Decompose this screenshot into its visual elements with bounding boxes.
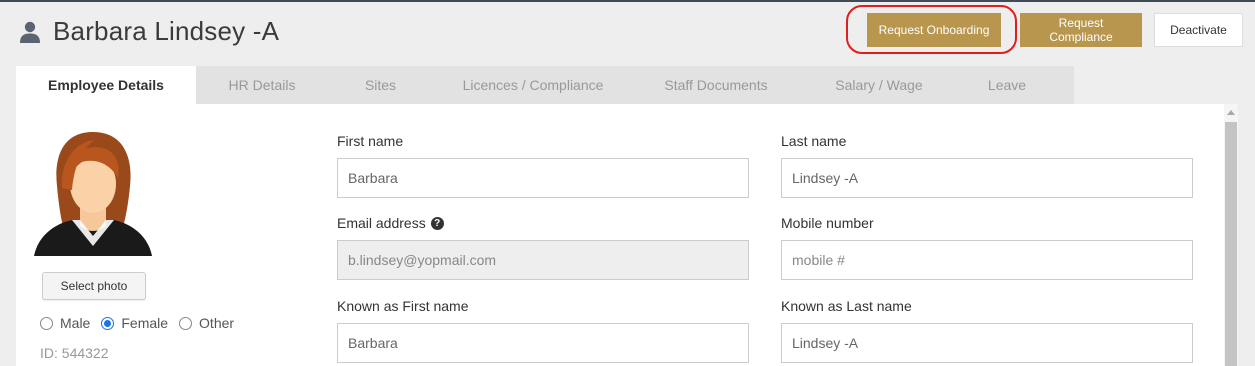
mobile-number-label: Mobile number <box>781 215 874 231</box>
gender-option-other[interactable]: Other <box>179 315 234 331</box>
question-circle-icon[interactable]: ? <box>430 216 444 230</box>
email-label-row: Email address ? <box>337 215 444 231</box>
known-first-name-input[interactable] <box>337 323 749 363</box>
employee-id: ID: 544322 <box>40 345 109 361</box>
tab-employee-details[interactable]: Employee Details <box>16 66 196 104</box>
gender-other-radio[interactable] <box>179 316 193 330</box>
gender-option-male[interactable]: Male <box>40 315 90 331</box>
gender-female-label: Female <box>121 315 169 331</box>
gender-female-radio[interactable] <box>101 316 115 330</box>
tab-sites[interactable]: Sites <box>328 66 433 104</box>
gender-other-label: Other <box>199 315 235 331</box>
known-first-name-label: Known as First name <box>337 298 469 314</box>
female-avatar <box>34 132 152 256</box>
tab-hr-details[interactable]: HR Details <box>196 66 328 104</box>
gender-radio-group: Male Female Other <box>40 315 245 331</box>
first-name-label: First name <box>337 133 404 149</box>
tab-leave[interactable]: Leave <box>959 66 1055 104</box>
email-label: Email address <box>337 215 426 231</box>
user-icon <box>20 21 40 43</box>
request-onboarding-button[interactable]: Request Onboarding <box>867 13 1001 47</box>
tab-salary-wage[interactable]: Salary / Wage <box>799 66 959 104</box>
select-photo-button[interactable]: Select photo <box>42 272 146 300</box>
first-name-input[interactable] <box>337 158 749 198</box>
last-name-input[interactable] <box>781 158 1193 198</box>
top-border <box>0 0 1255 2</box>
email-input[interactable] <box>337 240 749 280</box>
known-last-name-label: Known as Last name <box>781 298 912 314</box>
tab-bar: Employee Details HR Details Sites Licenc… <box>16 66 1074 104</box>
mobile-number-input[interactable] <box>781 240 1193 280</box>
last-name-label: Last name <box>781 133 847 149</box>
page-title: Barbara Lindsey -A <box>53 16 280 46</box>
vertical-scrollbar[interactable] <box>1224 104 1238 366</box>
request-compliance-button[interactable]: Request Compliance <box>1020 13 1142 47</box>
gender-option-female[interactable]: Female <box>101 315 168 331</box>
page-header: Barbara Lindsey -A <box>19 16 279 47</box>
tab-licences-compliance[interactable]: Licences / Compliance <box>433 66 633 104</box>
known-last-name-input[interactable] <box>781 323 1193 363</box>
employee-details-panel: Select photo Male Female Other ID: 54432… <box>16 104 1238 366</box>
tab-staff-documents[interactable]: Staff Documents <box>633 66 799 104</box>
gender-male-label: Male <box>60 315 91 331</box>
scroll-thumb[interactable] <box>1225 122 1237 366</box>
gender-male-radio[interactable] <box>40 316 53 330</box>
scroll-up-arrow-icon[interactable] <box>1227 110 1235 115</box>
deactivate-button[interactable]: Deactivate <box>1154 13 1243 47</box>
